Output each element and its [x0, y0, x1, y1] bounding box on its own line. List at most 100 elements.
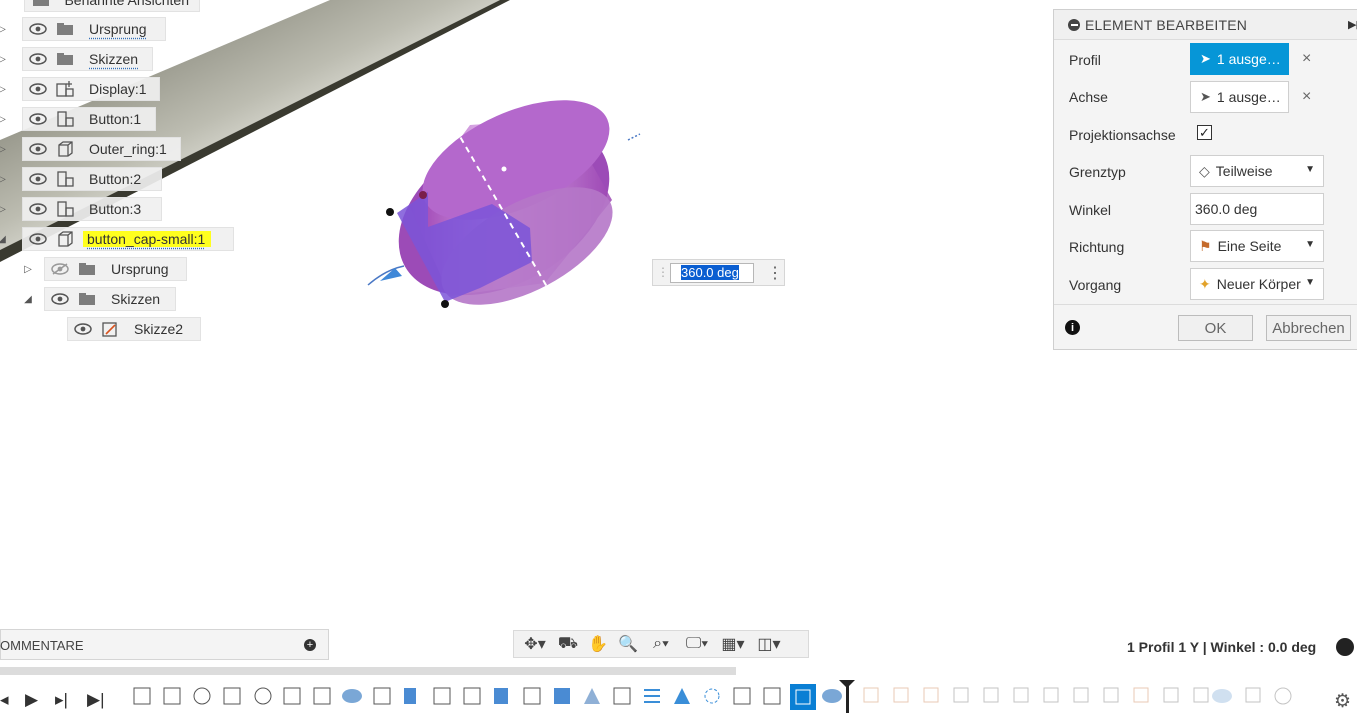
eye-icon[interactable]: [27, 22, 49, 36]
operation-label: Vorgang: [1069, 277, 1121, 293]
collapse-arrow-icon[interactable]: ◢: [22, 294, 34, 305]
display-settings-icon[interactable]: 🖵▾: [680, 633, 714, 655]
tree-chip: Button:3: [22, 197, 162, 221]
timeline-settings-gear-icon[interactable]: ⚙: [1334, 690, 1351, 713]
tree-node-origin-sub[interactable]: ▷ Ursprung: [22, 257, 187, 281]
tree-label: Button:2: [89, 171, 141, 187]
edit-feature-panel: ELEMENT BEARBEITEN ▶▶ Profil ➤ 1 ausge… …: [1053, 9, 1357, 350]
tree-node-sketches[interactable]: ▷ Skizzen: [0, 47, 153, 71]
tree-node-outer-ring[interactable]: ▷ Outer_ring:1: [0, 137, 181, 161]
tree-node-named-views[interactable]: Benannte Ansichten: [24, 0, 200, 12]
chevron-down-icon: ▼: [1305, 164, 1315, 175]
grip-icon[interactable]: ⋮: [657, 265, 669, 279]
pan-icon[interactable]: ✋: [584, 633, 612, 655]
ok-button[interactable]: OK: [1178, 315, 1253, 341]
timeline-suppressed-features: [864, 688, 1291, 704]
comments-bar[interactable]: OMMENTARE +: [0, 629, 329, 660]
tree-chip: button_cap-small:1: [22, 227, 234, 251]
grid-settings-icon[interactable]: ▦▾: [716, 633, 750, 655]
profile-select-button[interactable]: ➤ 1 ausge…: [1190, 43, 1289, 75]
angle-value: 360.0 deg: [1195, 201, 1257, 217]
angle-dimension-value: 360.0 deg: [681, 265, 739, 280]
clear-axis-icon[interactable]: ×: [1302, 88, 1311, 106]
angle-dimension-box: ⋮ 360.0 deg ⋮: [652, 259, 785, 286]
status-text: 1 Profil 1 Y | Winkel : 0.0 deg: [1127, 639, 1316, 655]
revolve-preview-body[interactable]: [369, 75, 639, 330]
tree-node-button-3[interactable]: ▷ Button:3: [0, 197, 162, 221]
collapse-arrow-icon[interactable]: ◢: [0, 234, 8, 245]
eye-icon[interactable]: [72, 322, 94, 336]
tree-node-button-2[interactable]: ▷ Button:2: [0, 167, 162, 191]
timeline-feature-icons[interactable]: [134, 684, 842, 710]
tree-label: Ursprung: [89, 21, 147, 37]
angle-dimension-input[interactable]: 360.0 deg: [670, 263, 754, 283]
cancel-button[interactable]: Abbrechen: [1266, 315, 1351, 341]
look-at-icon[interactable]: ⛟: [554, 633, 582, 655]
angle-input[interactable]: 360.0 deg: [1190, 193, 1324, 225]
eye-icon[interactable]: [49, 292, 71, 306]
timeline-scrollbar[interactable]: [0, 667, 736, 675]
eye-icon[interactable]: [27, 82, 49, 96]
folder-icon: [77, 260, 97, 278]
component-icon: [55, 200, 75, 218]
expand-arrow-icon[interactable]: ▷: [0, 114, 8, 125]
go-to-end-icon[interactable]: ▶|: [87, 690, 105, 710]
direction-dropdown[interactable]: ⚑ Eine Seite ▼: [1190, 230, 1324, 262]
extent-type-dropdown[interactable]: ◇ Teilweise ▼: [1190, 155, 1324, 187]
expand-arrow-icon[interactable]: ▷: [0, 174, 8, 185]
expand-arrow-icon[interactable]: ▷: [0, 204, 8, 215]
comments-label: OMMENTARE: [0, 638, 84, 653]
new-body-icon: ✦: [1199, 276, 1211, 293]
eye-icon[interactable]: [27, 172, 49, 186]
eye-icon[interactable]: [27, 232, 49, 246]
more-options-icon[interactable]: ⋮: [767, 263, 783, 283]
extent-type-value: Teilweise: [1216, 163, 1273, 179]
fit-icon[interactable]: ⌕▾: [644, 633, 678, 655]
tree-node-sketches-sub[interactable]: ◢ Skizzen: [22, 287, 176, 311]
orbit-icon[interactable]: ✥▾: [518, 633, 552, 655]
expand-arrow-icon[interactable]: ▷: [0, 144, 8, 155]
viewports-icon[interactable]: ◫▾: [752, 633, 786, 655]
expand-arrow-icon[interactable]: ▷: [0, 54, 8, 65]
clear-profile-icon[interactable]: ×: [1302, 50, 1311, 68]
eye-icon[interactable]: [27, 112, 49, 126]
tree-chip: Skizzen: [44, 287, 176, 311]
eye-icon[interactable]: [27, 142, 49, 156]
info-icon[interactable]: i: [1065, 320, 1080, 335]
tree-node-button-1[interactable]: ▷ Button:1: [0, 107, 156, 131]
tree-node-button-cap-small[interactable]: ◢ button_cap-small:1: [0, 227, 234, 251]
tree-node-display[interactable]: ▷ Display:1: [0, 77, 160, 101]
expand-panel-icon[interactable]: ▶▶: [1348, 18, 1357, 31]
eye-icon[interactable]: [27, 52, 49, 66]
tree-node-sketch2[interactable]: Skizze2: [67, 317, 201, 341]
add-comment-icon[interactable]: +: [304, 639, 316, 651]
play-icon[interactable]: ▶: [25, 690, 38, 710]
status-indicator-icon[interactable]: [1336, 638, 1354, 656]
operation-dropdown[interactable]: ✦ Neuer Körper ▼: [1190, 268, 1324, 300]
collapse-icon[interactable]: [1068, 19, 1080, 31]
tree-chip: Outer_ring:1: [22, 137, 181, 161]
body-icon: [55, 230, 75, 248]
tree-label: Outer_ring:1: [89, 141, 167, 157]
axis-select-button[interactable]: ➤ 1 ausge…: [1190, 81, 1289, 113]
expand-arrow-icon[interactable]: ▷: [22, 264, 34, 275]
tree-node-origin[interactable]: ▷ Ursprung: [0, 17, 166, 41]
expand-arrow-icon[interactable]: ▷: [0, 24, 8, 35]
direction-label: Richtung: [1069, 239, 1124, 255]
component-icon: [55, 170, 75, 188]
folder-icon: [31, 0, 50, 9]
zoom-icon[interactable]: 🔍: [614, 633, 642, 655]
tree-label: Skizzen: [89, 51, 138, 67]
previous-step-icon[interactable]: ◂: [0, 690, 9, 710]
angle-label: Winkel: [1069, 202, 1111, 218]
cursor-arrow-icon: ➤: [1200, 89, 1211, 105]
expand-arrow-icon[interactable]: ▷: [0, 84, 8, 95]
eye-hidden-icon[interactable]: [49, 262, 71, 276]
projection-axis-checkbox[interactable]: ✓: [1197, 125, 1212, 140]
tree-chip: Button:2: [22, 167, 162, 191]
body-icon: [55, 140, 75, 158]
eye-icon[interactable]: [27, 202, 49, 216]
folder-icon: [55, 20, 75, 38]
next-step-icon[interactable]: ▸|: [55, 690, 68, 710]
tree-label: Skizzen: [111, 291, 160, 307]
